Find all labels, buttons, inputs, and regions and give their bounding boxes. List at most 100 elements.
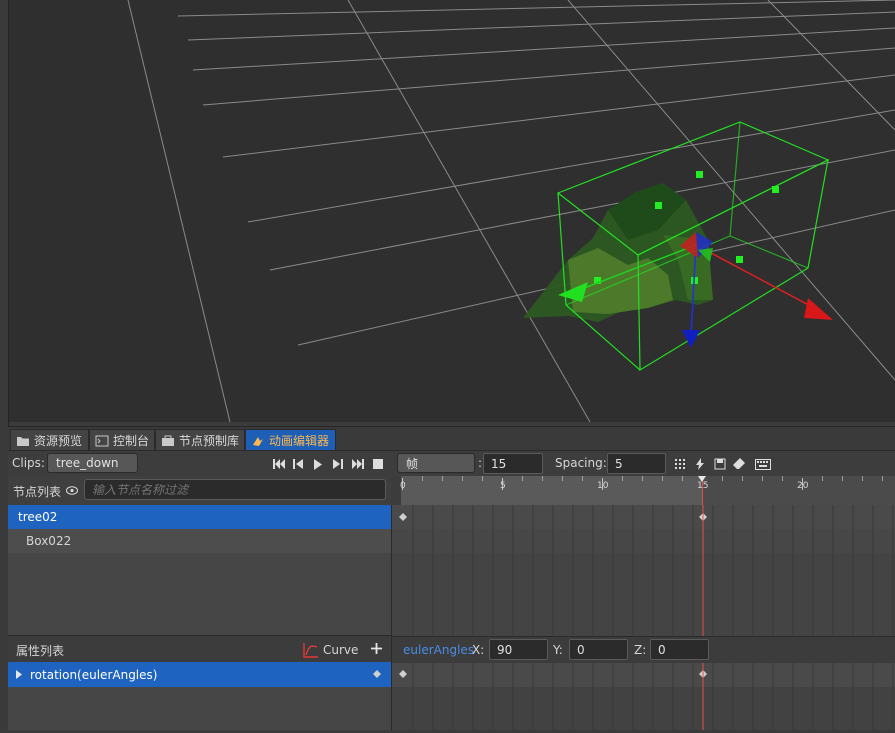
scene-viewport[interactable] xyxy=(8,0,895,422)
euler-x-label: X: xyxy=(472,643,485,657)
ruler-tick xyxy=(782,476,783,481)
save-button[interactable] xyxy=(713,457,727,471)
ruler-tick xyxy=(642,476,643,481)
time-unit-select[interactable]: 帧 xyxy=(397,453,475,473)
track-row-box022 xyxy=(392,529,895,553)
node-label: Box022 xyxy=(26,534,72,548)
property-list-header: 属性列表 Curve xyxy=(8,635,391,663)
ruler-tick xyxy=(622,476,623,481)
ruler-tick xyxy=(842,476,843,481)
ruler-tick-label: 20 xyxy=(797,481,809,491)
curve-label: Curve xyxy=(323,643,359,657)
tab-animation-label: 动画编辑器 xyxy=(269,434,330,448)
stop-button[interactable] xyxy=(371,457,385,471)
tab-animation-editor[interactable]: 动画编辑器 xyxy=(245,429,336,451)
euler-x-input[interactable] xyxy=(489,639,548,660)
clip-select[interactable]: tree_down xyxy=(47,453,138,473)
folder-icon xyxy=(17,436,29,446)
euler-property-name: eulerAngles xyxy=(403,643,475,657)
euler-angles-editor: eulerAngles X: Y: Z: xyxy=(392,636,895,663)
tree-model[interactable] xyxy=(8,0,895,422)
skip-end-icon xyxy=(352,459,364,469)
spacing-input[interactable] xyxy=(607,453,666,474)
track-row-tree02 xyxy=(392,505,895,529)
last-frame-button[interactable] xyxy=(351,457,365,471)
ruler-tick xyxy=(862,476,863,481)
track-row-rotation xyxy=(392,662,895,687)
keyframe-diamond-icon[interactable] xyxy=(373,670,381,678)
timeline-panel xyxy=(391,476,895,730)
ruler-tick-label: 5 xyxy=(500,481,506,491)
eraser-icon xyxy=(733,458,745,469)
ruler-tick xyxy=(422,476,423,481)
lightning-icon xyxy=(696,458,704,470)
play-button[interactable] xyxy=(311,457,325,471)
panel-tab-bar: 资源预览 控制台 节点预制库 动画编辑器 xyxy=(8,426,895,451)
node-list-header: 节点列表 xyxy=(8,476,391,505)
timeline-tracks[interactable] xyxy=(392,476,895,730)
clips-label: Clips: xyxy=(12,456,45,470)
add-property-icon[interactable] xyxy=(371,643,382,654)
euler-y-input[interactable] xyxy=(569,639,628,660)
stop-icon xyxy=(373,459,383,469)
node-row-box022[interactable]: Box022 xyxy=(8,529,391,553)
shortcuts-button[interactable] xyxy=(754,457,771,471)
frame-colon: : xyxy=(478,456,483,470)
ruler-tick xyxy=(822,476,823,481)
curve-icon xyxy=(303,643,318,658)
prev-frame-button[interactable] xyxy=(291,457,305,471)
next-frame-button[interactable] xyxy=(331,457,345,471)
ruler-tick xyxy=(722,476,723,481)
clip-select-value: tree_down xyxy=(56,456,119,470)
tab-console-label: 控制台 xyxy=(113,434,150,448)
play-icon xyxy=(314,458,322,470)
eye-icon[interactable] xyxy=(66,486,78,495)
ruler-tick xyxy=(462,476,463,481)
ruler-tick xyxy=(522,476,523,481)
property-list-title: 属性列表 xyxy=(16,644,65,658)
node-label: tree02 xyxy=(18,510,58,524)
event-button[interactable] xyxy=(693,457,707,471)
ruler-tick-label: 10 xyxy=(597,481,609,491)
ruler-tick xyxy=(762,476,763,481)
current-frame-input[interactable] xyxy=(483,453,543,474)
ruler-tick xyxy=(662,476,663,481)
property-label: rotation(eulerAngles) xyxy=(30,667,158,682)
euler-y-label: Y: xyxy=(553,643,563,657)
euler-z-input[interactable] xyxy=(650,639,709,660)
ruler-tick xyxy=(562,476,563,481)
tab-assets[interactable]: 资源预览 xyxy=(10,429,89,451)
ruler-elapsed-region xyxy=(401,476,702,505)
node-row-tree02[interactable]: tree02 xyxy=(8,505,391,529)
first-frame-button[interactable] xyxy=(272,457,286,471)
clear-button[interactable] xyxy=(732,457,746,471)
property-row-rotation[interactable]: rotation(eulerAngles) xyxy=(8,662,391,687)
ruler-tick xyxy=(482,476,483,481)
time-unit-value: 帧 xyxy=(406,456,419,471)
tab-prefab-library[interactable]: 节点预制库 xyxy=(155,429,245,451)
console-icon xyxy=(95,435,109,446)
ruler-tick xyxy=(542,476,543,481)
timeline-ruler[interactable]: 05101520 xyxy=(400,476,895,505)
grid-toggle-button[interactable] xyxy=(673,457,687,471)
save-icon xyxy=(714,458,726,470)
prefab-icon xyxy=(162,435,174,446)
playhead-handle-icon[interactable] xyxy=(698,476,706,482)
ruler-tick xyxy=(882,476,883,481)
ruler-tick xyxy=(742,476,743,481)
euler-z-label: Z: xyxy=(634,643,647,657)
ruler-tick xyxy=(682,476,683,481)
skip-start-icon xyxy=(273,459,285,469)
step-forward-icon xyxy=(333,459,343,469)
track-row-empty xyxy=(392,687,895,730)
tab-prefab-label: 节点预制库 xyxy=(179,434,240,448)
animation-toolbar: Clips: tree_down 帧 : Spacing: xyxy=(8,450,895,477)
curve-button[interactable]: Curve xyxy=(303,641,358,659)
ruler-tick xyxy=(442,476,443,481)
ruler-tick-label: 0 xyxy=(400,481,406,491)
ruler-tick xyxy=(582,476,583,481)
node-filter-input[interactable] xyxy=(84,479,386,500)
tab-console[interactable]: 控制台 xyxy=(89,429,155,451)
step-back-icon xyxy=(293,459,303,469)
chevron-right-icon[interactable] xyxy=(16,670,22,679)
